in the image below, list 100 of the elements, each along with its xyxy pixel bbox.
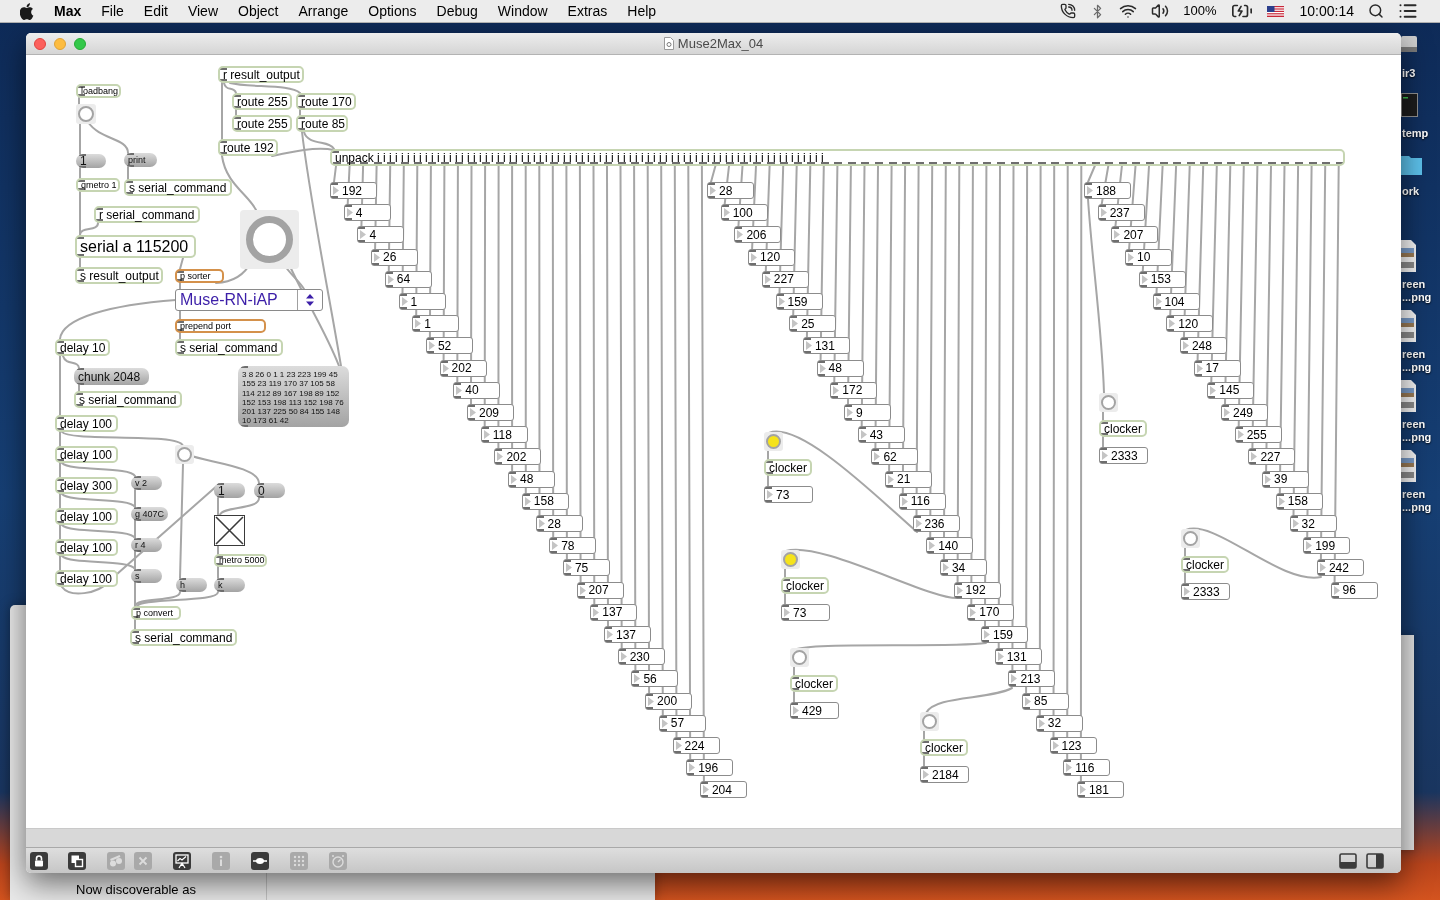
number-box[interactable]: 85 — [1022, 692, 1070, 710]
message-box[interactable]: 1 — [76, 154, 106, 168]
number-box[interactable]: 56 — [631, 670, 679, 688]
number-box[interactable]: 32 — [1035, 714, 1083, 732]
number-box[interactable]: 213 — [1008, 670, 1056, 688]
number-box[interactable]: 137 — [604, 626, 651, 643]
number-box[interactable]: 227 — [761, 270, 809, 288]
number-box[interactable]: 137 — [590, 603, 638, 621]
image-file-icon[interactable] — [1401, 450, 1416, 482]
message-box[interactable]: h — [176, 578, 207, 592]
phone-icon[interactable] — [1060, 3, 1077, 19]
number-box[interactable]: 4 — [357, 226, 405, 244]
message-box[interactable]: print — [124, 153, 157, 167]
number-box[interactable]: 209 — [467, 404, 514, 421]
number-box[interactable]: 207 — [576, 581, 624, 599]
number-box[interactable]: 255 — [1234, 426, 1282, 444]
number-box[interactable]: 2333 — [1181, 583, 1230, 600]
number-box[interactable]: 73 — [764, 486, 813, 503]
drive-icon[interactable] — [1401, 33, 1417, 55]
image-file-icon[interactable] — [1401, 380, 1416, 412]
dropdown-menu[interactable]: Muse-RN-iAP — [175, 289, 323, 311]
number-box[interactable]: 158 — [1275, 492, 1323, 510]
menu-item[interactable]: Edit — [143, 0, 168, 22]
number-box[interactable]: 28 — [535, 515, 583, 532]
number-box[interactable]: 104 — [1152, 293, 1200, 310]
number-box[interactable]: 120 — [748, 248, 796, 266]
number-box[interactable]: 131 — [994, 648, 1042, 666]
number-box[interactable]: 32 — [1289, 515, 1337, 532]
number-box[interactable]: 64 — [384, 270, 432, 288]
number-box[interactable]: 202 — [439, 359, 487, 377]
toggle-button[interactable] — [214, 515, 245, 546]
menu-item[interactable]: View — [187, 0, 218, 22]
message-box[interactable]: chunk 2048 — [74, 368, 149, 385]
number-box[interactable]: 21 — [885, 470, 933, 488]
message-box[interactable]: g 407C — [131, 507, 168, 521]
menu-item[interactable]: Extras — [567, 0, 608, 22]
number-box[interactable]: 43 — [857, 426, 905, 444]
number-box[interactable]: 123 — [1049, 737, 1097, 754]
number-box[interactable]: 207 — [1111, 226, 1159, 244]
number-box[interactable]: 52 — [425, 337, 473, 355]
volume-icon[interactable] — [1151, 2, 1170, 20]
number-box[interactable]: 237 — [1097, 204, 1145, 222]
bottom-panel-icon[interactable] — [1339, 851, 1357, 870]
number-box[interactable]: 248 — [1179, 337, 1227, 355]
clock-text[interactable]: 10:00:14 — [1299, 0, 1354, 22]
number-box[interactable]: 1 — [398, 293, 446, 310]
number-box[interactable]: 78 — [549, 537, 597, 555]
list-icon[interactable] — [1398, 1, 1418, 21]
menu-item[interactable]: File — [101, 0, 124, 22]
number-box[interactable]: 26 — [371, 248, 419, 266]
two-squares-icon[interactable] — [68, 851, 86, 870]
menu-item[interactable]: Help — [627, 0, 657, 22]
menu-item[interactable]: Debug — [436, 0, 478, 22]
number-box[interactable]: 204 — [699, 781, 747, 799]
number-box[interactable]: 159 — [981, 626, 1028, 643]
number-box[interactable]: 48 — [816, 359, 864, 377]
screen-icon[interactable] — [1401, 93, 1418, 117]
number-box[interactable]: 202 — [494, 448, 542, 466]
number-box[interactable]: 145 — [1207, 381, 1255, 399]
message-box[interactable]: r 4 — [131, 538, 162, 552]
number-box[interactable]: 158 — [521, 492, 569, 510]
number-box[interactable]: 429 — [790, 702, 839, 719]
number-box[interactable]: 2333 — [1099, 447, 1148, 464]
number-box[interactable]: 206 — [734, 226, 782, 244]
number-box[interactable]: 192 — [953, 581, 1001, 599]
message-box[interactable]: s — [131, 569, 162, 583]
number-box[interactable]: 75 — [562, 559, 610, 577]
presentation-icon[interactable] — [173, 851, 191, 870]
number-box[interactable]: 230 — [617, 648, 665, 666]
number-box[interactable]: 170 — [967, 603, 1015, 621]
number-box[interactable]: 192 — [330, 182, 377, 199]
menu-item[interactable]: Object — [238, 0, 279, 22]
battery-percent[interactable]: 100% — [1183, 1, 1217, 21]
number-box[interactable]: 1 — [412, 315, 460, 333]
lock-icon[interactable] — [30, 851, 48, 870]
number-box[interactable]: 236 — [912, 515, 960, 532]
number-box[interactable]: 249 — [1221, 404, 1268, 421]
number-box[interactable]: 9 — [844, 404, 891, 421]
number-box[interactable]: 153 — [1138, 270, 1186, 288]
number-box[interactable]: 100 — [720, 204, 768, 222]
number-box[interactable]: 120 — [1166, 315, 1214, 333]
number-box[interactable]: 188 — [1084, 182, 1131, 199]
number-box[interactable]: 62 — [871, 448, 919, 466]
wifi-icon[interactable] — [1119, 2, 1138, 20]
app-menu[interactable]: Max — [54, 0, 82, 22]
number-box[interactable]: 57 — [658, 714, 706, 732]
flag-icon[interactable] — [1266, 5, 1284, 17]
menu-item[interactable]: Arrange — [298, 0, 349, 22]
number-box[interactable]: 181 — [1076, 781, 1124, 799]
number-box[interactable]: 4 — [343, 204, 391, 222]
number-box[interactable]: 199 — [1303, 537, 1351, 555]
apple-logo-icon[interactable] — [20, 2, 34, 20]
number-box[interactable]: 17 — [1193, 359, 1241, 377]
number-box[interactable]: 118 — [480, 426, 528, 444]
number-box[interactable]: 196 — [686, 759, 734, 777]
message-box[interactable]: 0 — [254, 483, 285, 498]
number-box[interactable]: 73 — [781, 604, 830, 621]
number-box[interactable]: 28 — [707, 182, 754, 199]
image-file-icon[interactable] — [1401, 310, 1416, 342]
message-box[interactable]: 3 8 26 0 1 1 23 223 199 45 155 23 119 170 37 105 58 114 212 89 167 198 89 152 152 153 198 113 152 198 76 201 137 225 50 84 155 148 10 173 61 42 — [238, 366, 349, 427]
